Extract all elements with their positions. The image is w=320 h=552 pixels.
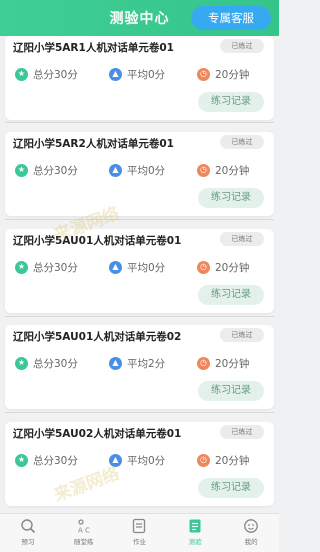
test-title: 辽阳小学5AU02人机对话单元卷01 bbox=[13, 428, 182, 440]
duration-label: 20分钟 bbox=[215, 261, 250, 274]
tab-in-class-practice[interactable]: A C 随堂练 bbox=[56, 514, 112, 552]
divider bbox=[5, 412, 274, 413]
status-badge: 已练过 bbox=[220, 135, 264, 149]
test-card[interactable]: 辽阳小学5AR2人机对话单元卷01 已练过 ★ 总分30分 ▲ 平均0分 ◷ 2… bbox=[5, 132, 274, 216]
magnifier-icon bbox=[21, 519, 35, 533]
tab-homework[interactable]: 作业 bbox=[112, 514, 168, 552]
duration-label: 20分钟 bbox=[215, 454, 250, 467]
average-icon: ▲ bbox=[109, 260, 122, 274]
bottom-tab-bar: 预习 A C 随堂练 作业 测验 我的 bbox=[0, 513, 279, 552]
average-score-label: 平均0分 bbox=[127, 261, 166, 274]
tab-profile[interactable]: 我的 bbox=[223, 514, 279, 552]
star-icon: ★ bbox=[15, 260, 28, 274]
status-badge: 已练过 bbox=[220, 39, 264, 53]
total-score: ★ 总分30分 bbox=[15, 355, 78, 371]
average-icon: ▲ bbox=[109, 356, 122, 370]
divider bbox=[5, 219, 274, 220]
test-icon bbox=[189, 519, 201, 533]
duration-label: 20分钟 bbox=[215, 357, 250, 370]
average-icon: ▲ bbox=[109, 163, 122, 177]
star-icon: ★ bbox=[15, 356, 28, 370]
divider bbox=[5, 316, 274, 317]
tab-label: 我的 bbox=[244, 538, 258, 546]
clock-icon: ◷ bbox=[197, 356, 210, 370]
homework-icon bbox=[133, 518, 146, 534]
star-icon: ★ bbox=[15, 163, 28, 177]
test-card[interactable]: 辽阳小学5AU02人机对话单元卷01 已练过 ★ 总分30分 ▲ 平均0分 ◷ … bbox=[5, 422, 274, 506]
profile-icon bbox=[244, 519, 258, 533]
practice-record-button[interactable]: 练习记录 bbox=[198, 188, 264, 208]
tab-label: 预习 bbox=[21, 538, 35, 546]
test-card[interactable]: 辽阳小学5AU01人机对话单元卷01 已练过 ★ 总分30分 ▲ 平均0分 ◷ … bbox=[5, 229, 274, 313]
total-score-label: 总分30分 bbox=[33, 454, 78, 467]
status-badge: 已练过 bbox=[220, 328, 264, 342]
total-score: ★ 总分30分 bbox=[15, 452, 78, 468]
svg-text:A: A bbox=[78, 527, 83, 535]
average-score: ▲ 平均0分 bbox=[109, 452, 165, 468]
average-score: ▲ 平均0分 bbox=[109, 66, 165, 82]
test-title: 辽阳小学5AR2人机对话单元卷01 bbox=[13, 138, 174, 150]
total-score: ★ 总分30分 bbox=[15, 259, 78, 275]
tab-label: 作业 bbox=[132, 538, 146, 546]
clock-icon: ◷ bbox=[197, 453, 210, 467]
clock-icon: ◷ bbox=[197, 67, 210, 81]
test-card[interactable]: 辽阳小学5AR1人机对话单元卷01 已练过 ★ 总分30分 ▲ 平均0分 ◷ 2… bbox=[5, 36, 274, 120]
practice-record-button[interactable]: 练习记录 bbox=[198, 285, 264, 305]
tab-test[interactable]: 测验 bbox=[167, 514, 223, 552]
customer-service-button[interactable]: 专属客服 bbox=[191, 6, 271, 30]
average-icon: ▲ bbox=[109, 453, 122, 467]
clock-icon: ◷ bbox=[197, 260, 210, 274]
average-score: ▲ 平均2分 bbox=[109, 355, 165, 371]
svg-text:C: C bbox=[85, 527, 90, 535]
tab-preview[interactable]: 预习 bbox=[0, 514, 56, 552]
star-icon: ★ bbox=[15, 67, 28, 81]
duration: ◷ 20分钟 bbox=[197, 259, 249, 275]
duration-label: 20分钟 bbox=[215, 164, 250, 177]
average-score: ▲ 平均0分 bbox=[109, 162, 165, 178]
divider bbox=[5, 122, 274, 123]
average-score-label: 平均2分 bbox=[127, 357, 166, 370]
star-icon: ★ bbox=[15, 453, 28, 467]
tab-label: 测验 bbox=[188, 538, 202, 546]
average-score-label: 平均0分 bbox=[127, 454, 166, 467]
duration: ◷ 20分钟 bbox=[197, 162, 249, 178]
status-badge: 已练过 bbox=[220, 425, 264, 439]
practice-record-button[interactable]: 练习记录 bbox=[198, 478, 264, 498]
duration-label: 20分钟 bbox=[215, 68, 250, 81]
duration: ◷ 20分钟 bbox=[197, 66, 249, 82]
test-title: 辽阳小学5AU01人机对话单元卷01 bbox=[13, 235, 182, 247]
average-icon: ▲ bbox=[109, 67, 122, 81]
clock-icon: ◷ bbox=[197, 163, 210, 177]
quiz-icon: A C bbox=[78, 519, 90, 535]
average-score-label: 平均0分 bbox=[127, 164, 166, 177]
practice-record-button[interactable]: 练习记录 bbox=[198, 92, 264, 112]
total-score-label: 总分30分 bbox=[33, 164, 78, 177]
total-score: ★ 总分30分 bbox=[15, 162, 78, 178]
tab-label: 随堂练 bbox=[73, 538, 94, 546]
test-title: 辽阳小学5AR1人机对话单元卷01 bbox=[13, 42, 174, 54]
average-score: ▲ 平均0分 bbox=[109, 259, 165, 275]
total-score: ★ 总分30分 bbox=[15, 66, 78, 82]
practice-record-button[interactable]: 练习记录 bbox=[198, 381, 264, 401]
total-score-label: 总分30分 bbox=[33, 261, 78, 274]
total-score-label: 总分30分 bbox=[33, 68, 78, 81]
app-header: 测验中心 专属客服 bbox=[0, 0, 279, 36]
duration: ◷ 20分钟 bbox=[197, 355, 249, 371]
status-badge: 已练过 bbox=[220, 232, 264, 246]
test-card[interactable]: 辽阳小学5AU01人机对话单元卷02 已练过 ★ 总分30分 ▲ 平均2分 ◷ … bbox=[5, 325, 274, 409]
duration: ◷ 20分钟 bbox=[197, 452, 249, 468]
average-score-label: 平均0分 bbox=[127, 68, 166, 81]
total-score-label: 总分30分 bbox=[33, 357, 78, 370]
test-title: 辽阳小学5AU01人机对话单元卷02 bbox=[13, 331, 182, 343]
